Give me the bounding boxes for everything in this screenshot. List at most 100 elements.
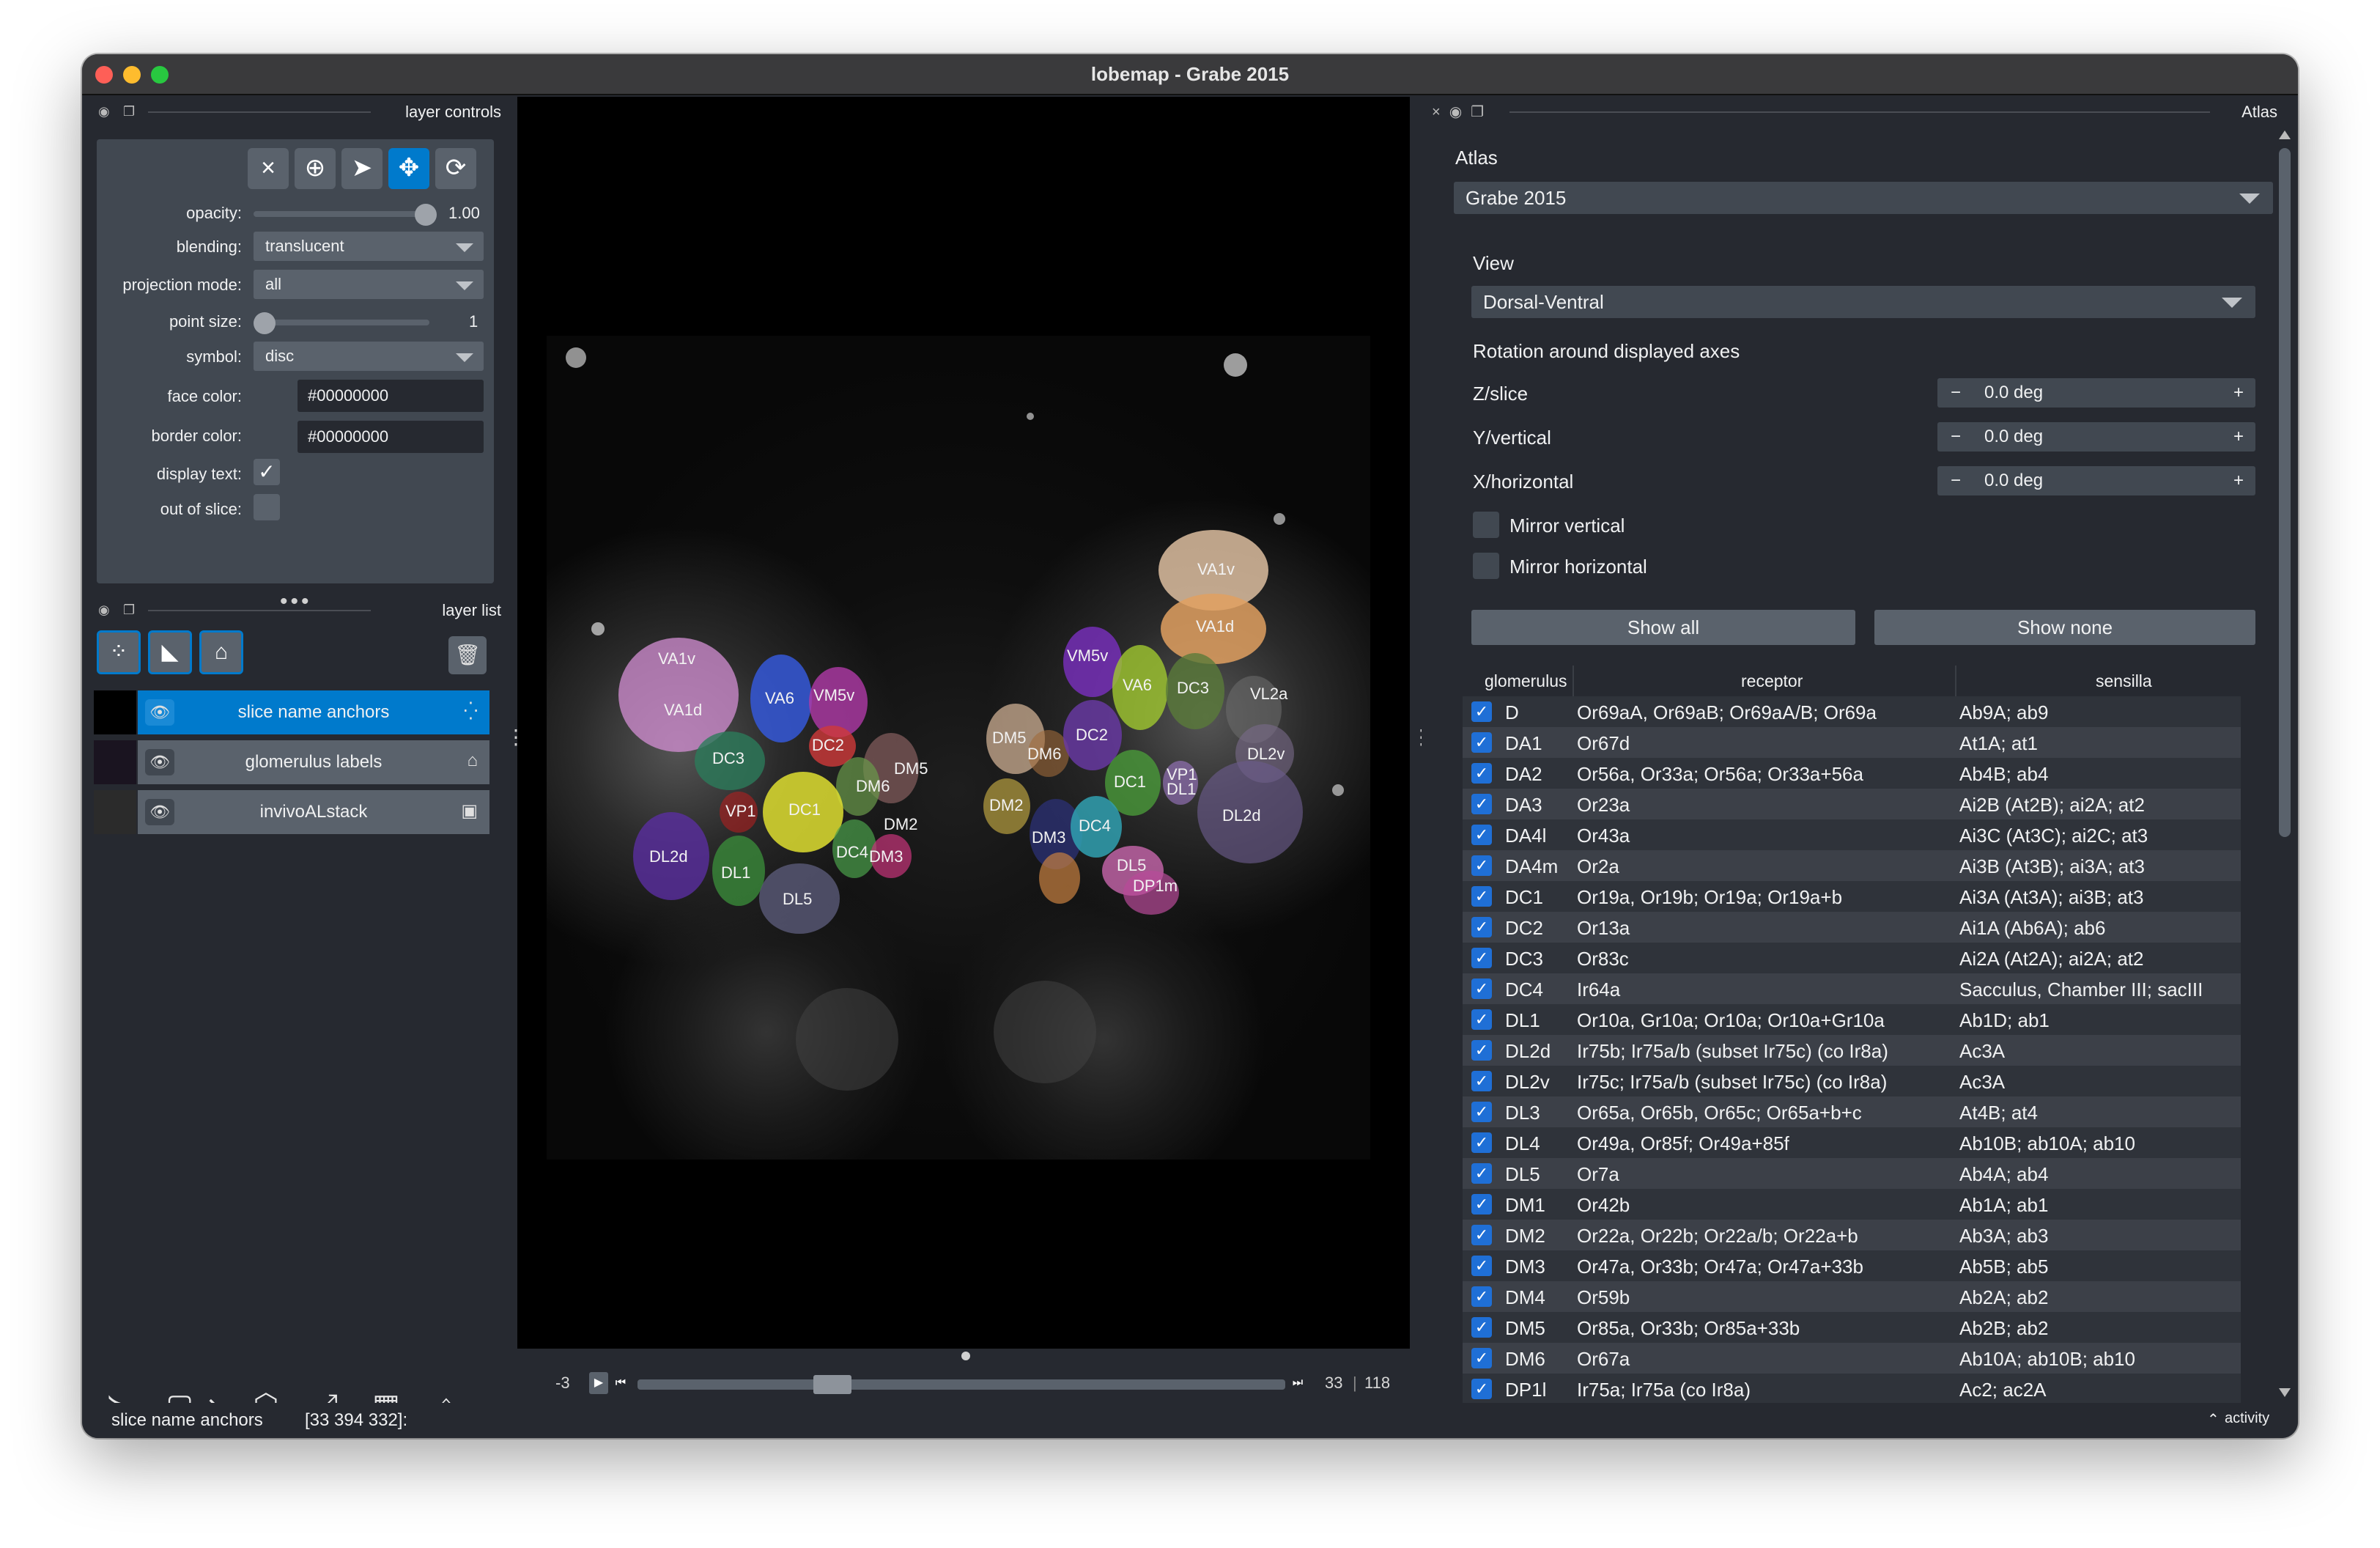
row-visibility-checkbox[interactable]: ✓	[1471, 701, 1492, 722]
border-color-swatch[interactable]	[254, 421, 290, 453]
float-icon[interactable]: ❐	[1471, 104, 1493, 120]
row-visibility-checkbox[interactable]: ✓	[1471, 948, 1492, 968]
hide-eye-icon[interactable]: ◉	[98, 602, 110, 618]
hide-eye-icon[interactable]: ◉	[1449, 104, 1471, 120]
eye-icon[interactable]: 👁	[145, 749, 174, 775]
layer-item-glomerulus-labels[interactable]: 👁 glomerulus labels ⌂	[94, 740, 489, 784]
table-row[interactable]: ✓ DL1 Or10a, Gr10a; Or10a; Or10a+Gr10a Ab1D…	[1463, 1004, 2241, 1035]
projection-mode-select[interactable]: all	[254, 270, 484, 299]
table-row[interactable]: ✓ DL2v Ir75c; Ir75a/b (subset Ir75c) (co I…	[1463, 1066, 2241, 1096]
row-visibility-checkbox[interactable]: ✓	[1471, 1071, 1492, 1091]
table-row[interactable]: ✓ DA1 Or67d At1A; at1	[1463, 727, 2241, 758]
table-row[interactable]: ✓ DL2d Ir75b; Ir75a/b (subset Ir75c) (co I…	[1463, 1035, 2241, 1066]
z-slice-spinbox[interactable]: − 0.0 deg +	[1937, 378, 2255, 408]
dims-current-value[interactable]: 33	[1325, 1374, 1342, 1393]
table-row[interactable]: ✓ DA4l Or43a Ai3C (At3C); ai2C; at3	[1463, 819, 2241, 850]
dims-slider-handle[interactable]	[813, 1375, 851, 1394]
new-labels-layer-icon[interactable]: ⌂	[199, 630, 243, 674]
out-of-slice-checkbox[interactable]	[254, 494, 280, 520]
row-visibility-checkbox[interactable]: ✓	[1471, 1256, 1492, 1276]
table-row[interactable]: ✓ DM6 Or67a Ab10A; ab10B; ab10	[1463, 1343, 2241, 1374]
minus-icon[interactable]: −	[1951, 378, 1961, 408]
step-back-icon[interactable]: ⏮	[611, 1372, 630, 1394]
layer-row-body[interactable]: 👁 slice name anchors ⁛	[138, 690, 489, 734]
float-icon[interactable]: ❐	[123, 602, 135, 618]
opacity-slider-knob[interactable]	[415, 204, 437, 226]
table-row[interactable]: ✓ DA3 Or23a Ai2B (At2B); ai2A; at2	[1463, 789, 2241, 819]
minus-icon[interactable]: −	[1951, 422, 1961, 452]
table-row[interactable]: ✓ DA4m Or2a Ai3B (At3B); ai3A; at3	[1463, 850, 2241, 881]
delete-layer-icon[interactable]: 🗑	[448, 636, 487, 674]
y-vertical-spinbox[interactable]: − 0.0 deg +	[1937, 422, 2255, 452]
plus-icon[interactable]: +	[2233, 466, 2244, 495]
table-row[interactable]: ✓ DC3 Or83c Ai2A (At2A); ai2A; at2	[1463, 943, 2241, 973]
display-text-checkbox[interactable]: ✓	[254, 459, 280, 485]
eye-icon[interactable]: 👁	[145, 799, 174, 825]
scroll-down-icon[interactable]	[2279, 1388, 2291, 1397]
show-none-button[interactable]: Show none	[1874, 610, 2255, 645]
layer-item-invivoalstack[interactable]: 👁 invivoALstack ▣	[94, 790, 489, 834]
symbol-select[interactable]: disc	[254, 342, 484, 371]
mirror-vertical-checkbox[interactable]	[1473, 512, 1499, 538]
row-visibility-checkbox[interactable]: ✓	[1471, 1379, 1492, 1399]
view-select[interactable]: Dorsal-Ventral	[1471, 286, 2255, 318]
row-visibility-checkbox[interactable]: ✓	[1471, 886, 1492, 907]
opacity-slider[interactable]	[254, 211, 429, 217]
table-row[interactable]: ✓ DM5 Or85a, Or33b; Or85a+33b Ab2B; ab2	[1463, 1312, 2241, 1343]
row-visibility-checkbox[interactable]: ✓	[1471, 1009, 1492, 1030]
dims-slider-track[interactable]	[638, 1379, 1285, 1390]
play-icon[interactable]: ▶	[589, 1372, 608, 1394]
canvas-drag-handle[interactable]	[961, 1352, 970, 1360]
row-visibility-checkbox[interactable]: ✓	[1471, 978, 1492, 999]
layer-row-body[interactable]: 👁 glomerulus labels ⌂	[138, 740, 489, 784]
row-visibility-checkbox[interactable]: ✓	[1471, 917, 1492, 937]
x-horizontal-spinbox[interactable]: − 0.0 deg +	[1937, 466, 2255, 495]
mirror-horizontal-checkbox[interactable]	[1473, 553, 1499, 579]
column-header-receptor[interactable]: receptor	[1741, 671, 1803, 691]
row-visibility-checkbox[interactable]: ✓	[1471, 763, 1492, 784]
row-visibility-checkbox[interactable]: ✓	[1471, 1163, 1492, 1184]
step-forward-icon[interactable]: ⏭	[1288, 1372, 1307, 1394]
plus-icon[interactable]: +	[2233, 378, 2244, 408]
row-visibility-checkbox[interactable]: ✓	[1471, 1194, 1492, 1215]
row-visibility-checkbox[interactable]: ✓	[1471, 1286, 1492, 1307]
close-icon[interactable]: ×	[1432, 104, 1449, 120]
face-color-input[interactable]: #00000000	[298, 380, 484, 412]
table-row[interactable]: ✓ DC1 Or19a, Or19b; Or19a; Or19a+b Ai3A (At…	[1463, 881, 2241, 912]
hide-eye-icon[interactable]: ◉	[98, 104, 110, 119]
table-row[interactable]: ✓ DC2 Or13a Ai1A (Ab6A); ab6	[1463, 912, 2241, 943]
row-visibility-checkbox[interactable]: ✓	[1471, 794, 1492, 814]
table-row[interactable]: ✓ DP1l Ir75a; Ir75a (co Ir8a) Ac2; ac2A	[1463, 1374, 2241, 1404]
table-row[interactable]: ✓ DL3 Or65a, Or65b, Or65c; Or65a+b+c At4B; …	[1463, 1096, 2241, 1127]
scroll-up-icon[interactable]	[2279, 130, 2291, 139]
close-icon[interactable]: ×	[248, 148, 289, 189]
table-row[interactable]: ✓ DL5 Or7a Ab4A; ab4	[1463, 1158, 2241, 1189]
layer-row-body[interactable]: 👁 invivoALstack ▣	[138, 790, 489, 834]
table-row[interactable]: ✓ D Or69aA, Or69aB; Or69aA/B; Or69a Ab9A; a…	[1463, 696, 2241, 727]
new-shapes-layer-icon[interactable]: ◣	[148, 630, 192, 674]
row-visibility-checkbox[interactable]: ✓	[1471, 1040, 1492, 1061]
column-header-glomerulus[interactable]: glomerulus	[1485, 671, 1567, 691]
table-row[interactable]: ✓ DL4 Or49a, Or85f; Or49a+85f Ab10B; ab10A;…	[1463, 1127, 2241, 1158]
row-visibility-checkbox[interactable]: ✓	[1471, 1132, 1492, 1153]
row-visibility-checkbox[interactable]: ✓	[1471, 825, 1492, 845]
row-visibility-checkbox[interactable]: ✓	[1471, 1102, 1492, 1122]
select-arrow-icon[interactable]: ➤	[341, 148, 382, 189]
activity-button[interactable]: activity	[2225, 1410, 2269, 1427]
layer-item-slice-name-anchors[interactable]: 👁 slice name anchors ⁛	[94, 690, 489, 734]
point-size-slider-knob[interactable]	[254, 312, 276, 334]
new-points-layer-icon[interactable]: ⁘	[97, 630, 141, 674]
plus-icon[interactable]: +	[2233, 422, 2244, 452]
table-row[interactable]: ✓ DM2 Or22a, Or22b; Or22a/b; Or22a+b Ab3A; …	[1463, 1220, 2241, 1250]
row-visibility-checkbox[interactable]: ✓	[1471, 1348, 1492, 1368]
show-all-button[interactable]: Show all	[1471, 610, 1855, 645]
float-icon[interactable]: ❐	[123, 104, 135, 119]
add-point-icon[interactable]: ⊕	[295, 148, 336, 189]
row-visibility-checkbox[interactable]: ✓	[1471, 732, 1492, 753]
row-visibility-checkbox[interactable]: ✓	[1471, 1225, 1492, 1245]
minus-icon[interactable]: −	[1951, 466, 1961, 495]
table-row[interactable]: ✓ DC4 Ir64a Sacculus, Chamber III; sacIII	[1463, 973, 2241, 1004]
viewer-canvas[interactable]: VA1v VA1d VA6 VM5v DC3 DC2 DM5 DM6 VP1 D…	[517, 97, 1410, 1349]
atlas-scrollbar[interactable]	[2276, 126, 2294, 1401]
activity-chevron-icon[interactable]: ⌃	[2207, 1410, 2220, 1429]
